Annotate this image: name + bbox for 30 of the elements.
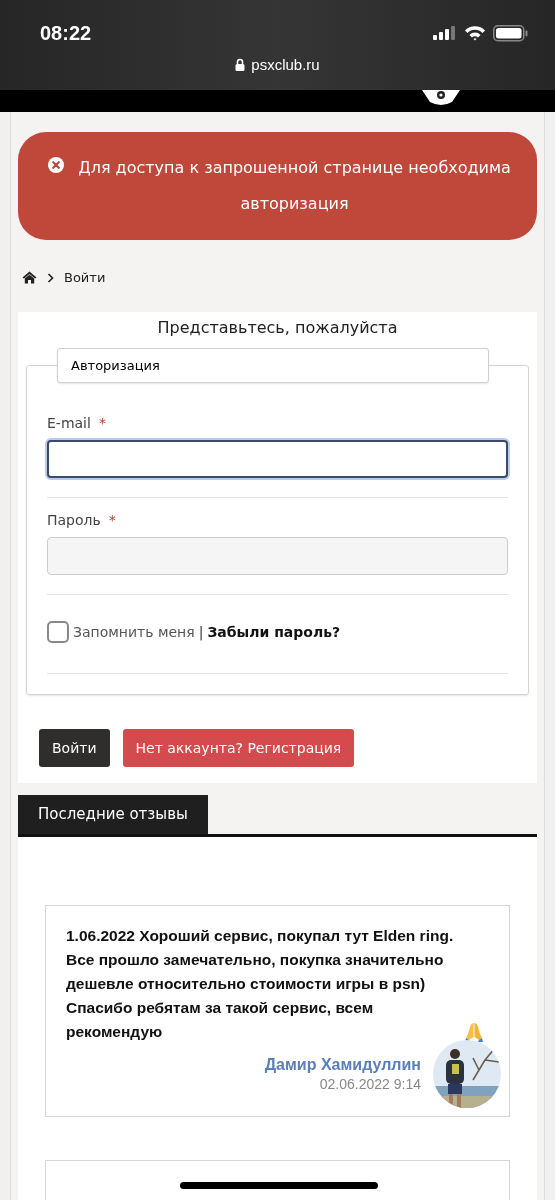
field-label: Пароль — [47, 512, 101, 528]
lock-icon — [235, 58, 246, 71]
forgot-password-link[interactable]: Забыли пароль? — [207, 624, 341, 640]
chevron-right-icon — [47, 272, 54, 283]
separator-text: | — [198, 624, 204, 640]
checkbox-label[interactable]: Запомнить меня — [73, 624, 195, 640]
text-input[interactable] — [47, 440, 508, 478]
section-tab[interactable]: Последние отзывы — [18, 795, 208, 834]
login-button[interactable]: Войти — [39, 729, 110, 767]
home-icon[interactable] — [22, 271, 37, 284]
fieldset-legend: Авторизация — [57, 348, 489, 383]
breadcrumb-current: Войти — [64, 270, 106, 285]
review-text: 1.06.2022 Хороший сервис, покупал тут Elden ring. Все прошло замечательно, покупка значительно дешевле относительно стоимости игры в psn) Спасибо ребятам за такой сервис, всем рекомендую — [66, 926, 455, 1042]
wifi-icon — [464, 25, 486, 41]
url-text[interactable]: psxclub.ru — [251, 56, 320, 73]
required-asterisk: * — [108, 512, 116, 528]
field-label: E-mail — [47, 415, 91, 431]
close-circle-icon — [48, 157, 64, 173]
checkbox[interactable] — [47, 621, 69, 643]
alert-message: Для доступа к запрошенной странице необходима авторизация — [77, 157, 512, 215]
login-title: Представьтесь, пожалуйста — [156, 318, 399, 337]
clock-time: 08:22 — [40, 21, 92, 45]
required-asterisk: * — [98, 415, 106, 431]
author-name[interactable]: Дамир Хамидуллин — [264, 1056, 421, 1074]
praying-hands-icon — [465, 1022, 483, 1042]
eye-tab-icon — [422, 90, 460, 106]
battery-icon — [493, 24, 529, 42]
review-date: 02.06.2022 9:14 — [319, 1076, 421, 1092]
register-button[interactable]: Нет аккаунта? Регистрация — [122, 729, 355, 767]
signal-icon — [433, 25, 457, 41]
